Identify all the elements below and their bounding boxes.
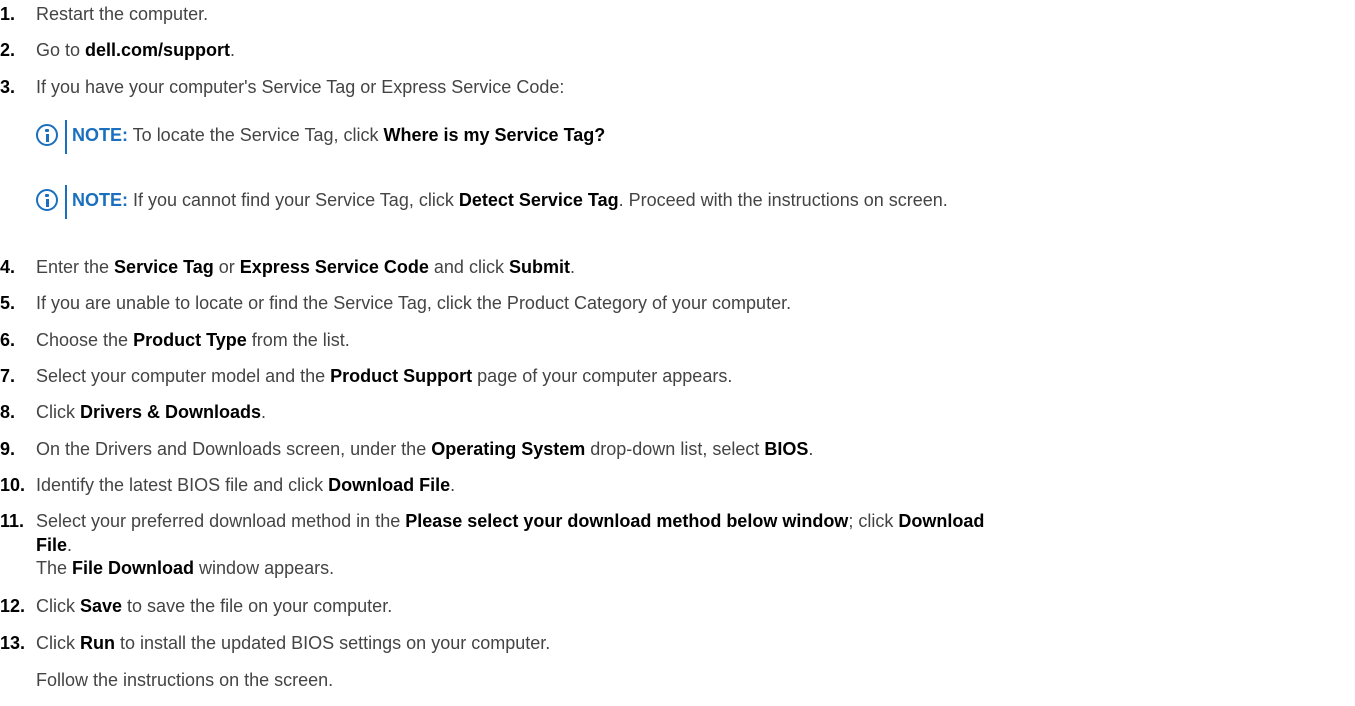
step-text: If you have your computer's Service Tag … (36, 77, 565, 97)
step-text: Go to dell.com/support. (36, 40, 236, 60)
step-number: 11. (0, 511, 25, 531)
info-circle-icon (36, 189, 58, 211)
step-number: 3. (0, 77, 16, 97)
step-text: Select your computer model and the Produ… (36, 366, 733, 386)
support-link[interactable]: dell.com/support (85, 40, 230, 60)
step-number: 10. (0, 475, 26, 495)
step-text: Identify the latest BIOS file and click … (36, 475, 456, 495)
step-number: 7. (0, 366, 16, 386)
step-text: Click Drivers & Downloads. (36, 402, 267, 422)
step-text: If you are unable to locate or find the … (36, 293, 792, 313)
note-label: NOTE: (72, 190, 128, 210)
step-text: File. (36, 535, 73, 555)
note-divider (65, 185, 67, 219)
note-text: NOTE: To locate the Service Tag, click W… (72, 125, 606, 145)
step-number: 1. (0, 4, 16, 24)
step-number: 2. (0, 40, 16, 60)
step-result-text: The File Download window appears. (36, 558, 335, 578)
step-text: Click Save to save the file on your comp… (36, 596, 393, 616)
note-text: NOTE: If you cannot find your Service Ta… (72, 190, 948, 210)
step-text: Choose the Product Type from the list. (36, 330, 350, 350)
info-circle-icon (36, 124, 58, 146)
step-text: Select your preferred download method in… (36, 511, 985, 531)
step-number: 9. (0, 439, 16, 459)
step-number: 8. (0, 402, 16, 422)
step-number: 6. (0, 330, 16, 350)
step-text: Click Run to install the updated BIOS se… (36, 633, 551, 653)
note-label: NOTE: (72, 125, 128, 145)
step-text: On the Drivers and Downloads screen, und… (36, 439, 814, 459)
note-divider (65, 120, 67, 154)
step-number: 4. (0, 257, 16, 277)
step-number: 5. (0, 293, 16, 313)
step-result-text: Follow the instructions on the screen. (36, 670, 334, 690)
step-text: Restart the computer. (36, 4, 209, 24)
step-number: 13. (0, 633, 26, 653)
step-text: Enter the Service Tag or Express Service… (36, 257, 575, 277)
step-number: 12. (0, 596, 26, 616)
